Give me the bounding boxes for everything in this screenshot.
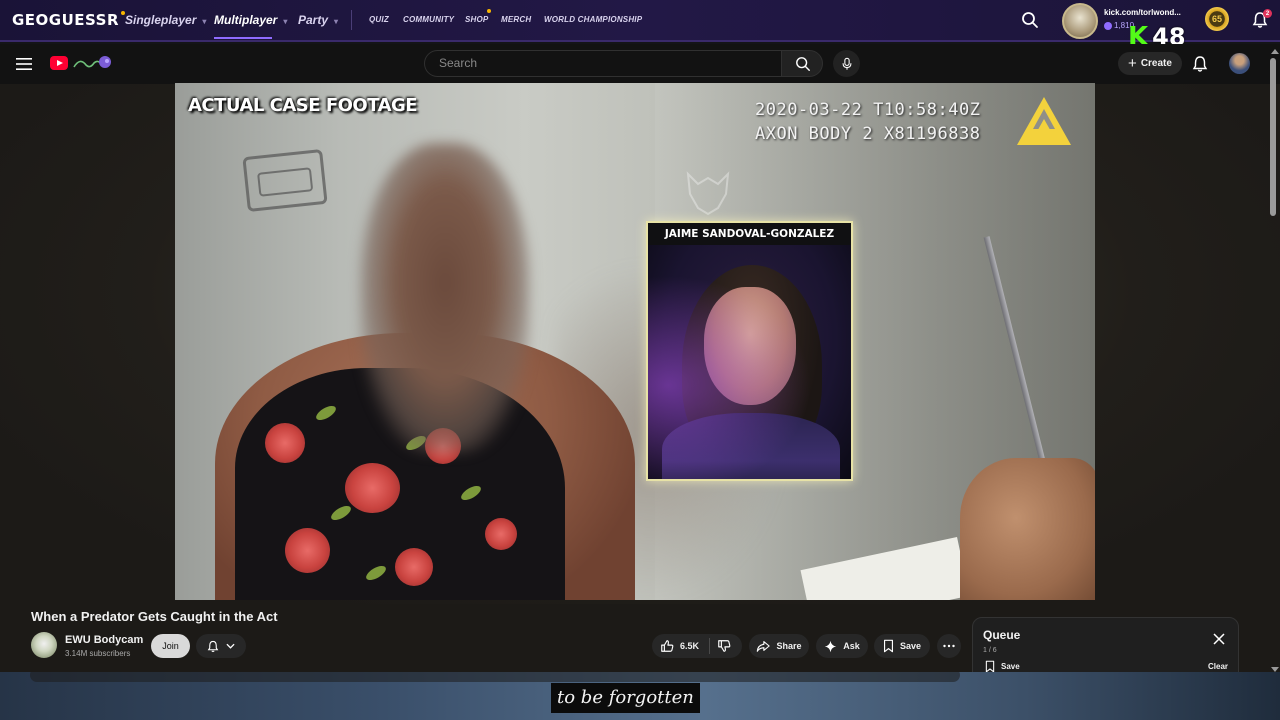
leaf — [328, 503, 354, 523]
mugshot-name: JAIME SANDOVAL-GONZALEZ — [648, 223, 851, 245]
search-input[interactable]: Search — [424, 50, 782, 77]
plus-icon: + — [1128, 54, 1137, 72]
queue-panel: Queue 1 / 6 Save Clear — [972, 617, 1239, 677]
mugshot-glow — [648, 245, 851, 479]
hamburger-menu-icon[interactable] — [16, 57, 32, 71]
share-button[interactable]: Share — [749, 634, 809, 658]
scroll-down-arrow-icon[interactable] — [1271, 667, 1279, 672]
youtube-doodle-icon[interactable] — [72, 53, 112, 73]
queue-save-label: Save — [1001, 662, 1020, 671]
search-icon[interactable] — [1021, 11, 1039, 29]
share-label: Share — [776, 641, 802, 651]
leaf — [363, 563, 389, 583]
flower — [285, 528, 330, 573]
scroll-up-arrow-icon[interactable] — [1271, 49, 1279, 54]
nav-singleplayer-label: Singleplayer — [125, 13, 197, 27]
microphone-icon — [842, 57, 851, 70]
link-merch[interactable]: MERCH — [501, 15, 531, 24]
link-shop[interactable]: SHOP — [465, 15, 488, 24]
bell-icon — [207, 640, 219, 652]
stream-caption: to be forgotten — [551, 683, 700, 713]
blurred-face — [360, 143, 530, 453]
more-horizontal-icon — [943, 644, 955, 648]
chevron-down-icon: ▾ — [283, 17, 288, 26]
chevron-down-icon — [226, 643, 235, 649]
ask-label: Ask — [843, 641, 860, 651]
bodycam-timestamp: 2020-03-22 T10:58:40Z AXON BODY 2 X81196… — [755, 98, 980, 146]
profile-username[interactable]: kick.com/torlwond... — [1104, 8, 1181, 17]
save-button[interactable]: Save — [874, 634, 930, 658]
subscription-bell-button[interactable] — [196, 634, 246, 658]
sparkle-icon — [825, 640, 837, 652]
like-count[interactable]: 6.5K — [680, 641, 699, 651]
search-button[interactable] — [781, 50, 823, 77]
mugshot-photo — [648, 245, 851, 479]
create-label: Create — [1140, 58, 1172, 69]
axon-logo-icon — [1017, 97, 1071, 145]
nav-multiplayer[interactable]: Multiplayer ▾ — [214, 13, 287, 27]
page-scrollbar[interactable] — [1270, 58, 1276, 216]
coin-icon — [1104, 21, 1112, 30]
ask-button[interactable]: Ask — [816, 634, 868, 658]
leaf — [313, 403, 339, 423]
timestamp-device: AXON BODY 2 X81196838 — [755, 124, 981, 144]
flower — [345, 463, 400, 513]
nav-singleplayer[interactable]: Singleplayer ▾ — [125, 13, 206, 27]
nav-divider — [351, 10, 352, 30]
account-avatar[interactable] — [1229, 53, 1250, 74]
youtube-logo-icon[interactable] — [50, 56, 68, 70]
mugshot-inset: JAIME SANDOVAL-GONZALEZ — [646, 221, 853, 481]
flower — [485, 518, 517, 550]
level-badge: 65 — [1205, 7, 1229, 31]
close-icon[interactable] — [1213, 633, 1225, 645]
nav-party[interactable]: Party ▾ — [298, 13, 338, 27]
chevron-down-icon: ▾ — [334, 17, 339, 26]
video-scene-rack — [242, 148, 328, 213]
flower — [265, 423, 305, 463]
video-player[interactable]: ACTUAL CASE FOOTAGE 2020-03-22 T10:58:40… — [175, 83, 1095, 600]
notifications-bell-icon[interactable] — [1192, 55, 1208, 73]
active-nav-indicator — [214, 37, 272, 39]
voice-search-button[interactable] — [833, 50, 860, 77]
link-world-championship[interactable]: WORLD CHAMPIONSHIP — [544, 15, 642, 24]
share-icon — [757, 641, 771, 652]
create-button[interactable]: + Create — [1118, 52, 1182, 75]
geoguessr-header: GEOGUESSR Singleplayer ▾ Multiplayer ▾ Par… — [0, 0, 1280, 42]
notification-badge: 2 — [1263, 9, 1272, 18]
video-title: When a Predator Gets Caught in the Act — [31, 609, 278, 624]
faded-ui-row — [30, 672, 960, 682]
search-icon — [796, 57, 810, 71]
leaf — [458, 483, 484, 503]
footage-label: ACTUAL CASE FOOTAGE — [188, 95, 418, 116]
nav-party-label: Party — [298, 13, 329, 27]
chevron-down-icon: ▾ — [202, 17, 207, 26]
queue-title: Queue — [983, 628, 1021, 642]
nav-multiplayer-label: Multiplayer — [214, 13, 278, 27]
thumbs-down-icon[interactable] — [717, 639, 731, 653]
wolf-watermark-icon — [686, 171, 730, 216]
flower — [395, 548, 433, 586]
video-scene-hand — [960, 458, 1095, 600]
channel-name[interactable]: EWU Bodycam — [65, 634, 143, 646]
logo-text: GEOGUESSR — [12, 11, 120, 29]
channel-avatar[interactable] — [31, 632, 57, 658]
thumbs-up-icon[interactable] — [660, 639, 674, 653]
geoguessr-logo[interactable]: GEOGUESSR — [12, 11, 126, 29]
timestamp-datetime: 2020-03-22 T10:58:40Z — [755, 100, 981, 120]
save-label: Save — [899, 641, 922, 651]
more-actions-button[interactable] — [937, 634, 961, 658]
join-button[interactable]: Join — [151, 634, 190, 658]
like-divider — [709, 638, 710, 654]
bookmark-icon — [883, 639, 893, 653]
subscriber-count: 3.14M subscribers — [65, 649, 131, 658]
queue-position: 1 / 6 — [983, 647, 997, 654]
profile-avatar[interactable] — [1062, 3, 1098, 39]
link-community[interactable]: COMMUNITY — [403, 15, 454, 24]
shop-new-dot — [487, 9, 491, 13]
link-quiz[interactable]: QUIZ — [369, 15, 389, 24]
queue-clear-button[interactable]: Clear — [1208, 662, 1228, 671]
